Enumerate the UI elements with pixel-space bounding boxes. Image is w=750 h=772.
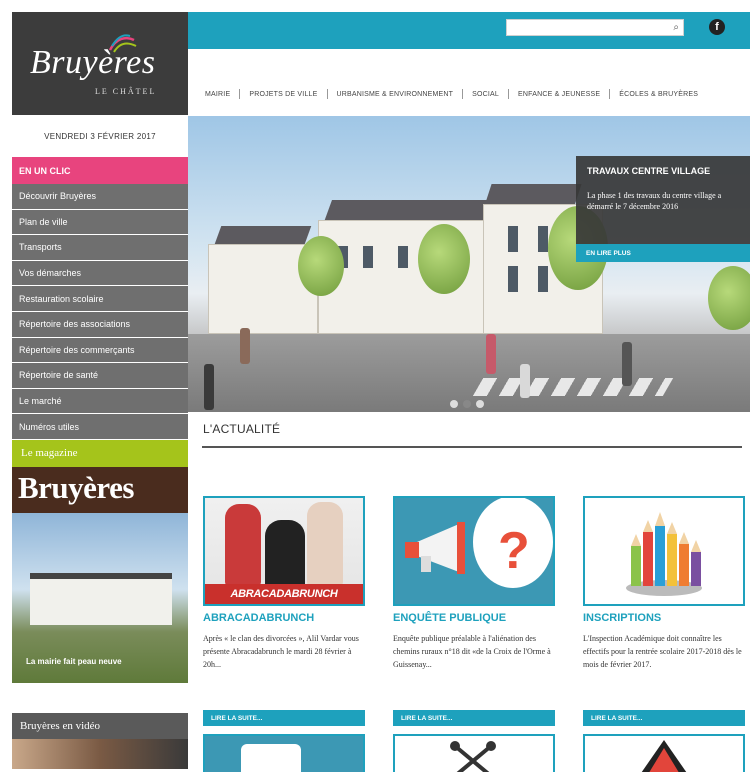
menu-item-transports[interactable]: Transports xyxy=(12,235,188,261)
tree xyxy=(708,266,750,330)
building-roof xyxy=(484,184,582,206)
nav-projets[interactable]: PROJETS DE VILLE xyxy=(240,91,326,98)
menu-item-plan[interactable]: Plan de ville xyxy=(12,209,188,236)
search-box[interactable]: ⌕ xyxy=(506,19,684,38)
search-icon[interactable]: ⌕ xyxy=(673,22,679,33)
current-date: VENDREDI 3 FÉVRIER 2017 xyxy=(44,131,156,141)
facebook-icon[interactable]: f xyxy=(709,19,725,35)
window xyxy=(508,226,518,252)
menu-item-associations[interactable]: Répertoire des associations xyxy=(12,311,188,338)
news-card-text: L'Inspection Académique doit connaître l… xyxy=(583,634,742,669)
menu-item-sante[interactable]: Répertoire de santé xyxy=(12,363,188,389)
svg-text:?: ? xyxy=(498,522,530,580)
quick-links-menu: Découvrir Bruyères Plan de ville Transpo… xyxy=(12,184,188,440)
window xyxy=(363,246,373,268)
hero-read-more-button[interactable]: EN LIRE PLUS xyxy=(576,244,750,262)
magazine-heading: Le magazine xyxy=(12,439,188,467)
show-banner: ABRACADABRUNCH xyxy=(205,584,363,604)
window xyxy=(398,246,408,268)
performer-figure xyxy=(225,504,261,586)
pedestrian xyxy=(520,364,530,398)
slide-dot-2[interactable] xyxy=(463,400,471,408)
performer-figure xyxy=(265,520,305,590)
nav-urbanisme[interactable]: URBANISME & ENVIRONNEMENT xyxy=(328,91,463,98)
en-un-clic-heading: EN UN CLIC xyxy=(12,157,188,184)
magazine-footer xyxy=(12,682,188,707)
menu-item-numeros[interactable]: Numéros utiles xyxy=(12,414,188,440)
news-card-text: Enquête publique préalable à l'aliénatio… xyxy=(393,634,551,669)
read-more-button[interactable]: LIRE LA SUITE... xyxy=(203,710,365,726)
search-input[interactable] xyxy=(507,23,657,38)
news-card-title[interactable]: INSCRIPTIONS xyxy=(583,612,745,624)
video-thumbnail[interactable] xyxy=(12,738,188,769)
news-card-title[interactable]: ENQUÊTE PUBLIQUE xyxy=(393,612,555,624)
magazine-caption: La mairie fait peau neuve xyxy=(26,656,122,666)
left-sidebar: Bruyères LE CHÂTEL VENDREDI 3 FÉVRIER 20… xyxy=(12,12,188,772)
slide-dot-1[interactable] xyxy=(450,400,458,408)
news-card-image[interactable]: ? xyxy=(393,496,555,606)
pedestrian xyxy=(622,342,632,386)
logo-name: Bruyères xyxy=(30,44,156,81)
nav-mairie[interactable]: MAIRIE xyxy=(196,91,239,98)
news-card-image[interactable] xyxy=(583,496,745,606)
news-heading: L'ACTUALITÉ xyxy=(203,422,281,436)
read-more-button[interactable]: LIRE LA SUITE... xyxy=(583,710,745,726)
pedestrian xyxy=(204,364,214,410)
menu-item-decouvrir[interactable]: Découvrir Bruyères xyxy=(12,184,188,210)
building-roof xyxy=(323,200,503,222)
nav-social[interactable]: SOCIAL xyxy=(463,91,508,98)
warning-sign-icon xyxy=(641,740,687,772)
nav-enfance[interactable]: ENFANCE & JEUNESSE xyxy=(509,91,609,98)
news-card-image[interactable]: ABRACADABRUNCH xyxy=(203,496,365,606)
tree xyxy=(418,224,470,294)
pencils-icon xyxy=(626,512,702,596)
building xyxy=(318,220,508,334)
hero-title: TRAVAUX CENTRE VILLAGE xyxy=(587,166,711,176)
logo-subtitle: LE CHÂTEL xyxy=(95,87,157,96)
tools-icon xyxy=(450,741,496,772)
magazine-cover[interactable]: Bruyères La mairie fait peau neuve xyxy=(12,466,188,707)
page: Bruyères LE CHÂTEL VENDREDI 3 FÉVRIER 20… xyxy=(12,12,750,772)
news-card-next[interactable] xyxy=(583,734,745,772)
news-card-title[interactable]: ABRACADABRUNCH xyxy=(203,612,365,624)
nav-ecoles[interactable]: ÉCOLES & BRUYÈRES xyxy=(610,91,707,98)
building-icon xyxy=(241,744,301,772)
site-logo[interactable]: Bruyères LE CHÂTEL xyxy=(12,12,188,115)
menu-item-marche[interactable]: Le marché xyxy=(12,388,188,415)
pedestrian xyxy=(486,334,496,374)
news-card-next[interactable] xyxy=(393,734,555,772)
hero-slider[interactable]: TRAVAUX CENTRE VILLAGE La phase 1 des tr… xyxy=(188,116,750,412)
window xyxy=(538,266,548,292)
news-divider xyxy=(202,446,742,448)
pedestrian xyxy=(240,328,250,364)
slider-pagination xyxy=(450,400,484,408)
menu-item-restauration[interactable]: Restauration scolaire xyxy=(12,286,188,312)
performer-figure xyxy=(307,502,343,586)
magazine-masthead: Bruyères xyxy=(12,466,188,513)
crosswalk xyxy=(472,378,674,396)
tree xyxy=(298,236,344,296)
news-card: ? ENQUÊTE PUBLIQUE Enquête publique préa… xyxy=(393,496,555,726)
news-card: INSCRIPTIONS L'Inspection Académique doi… xyxy=(583,496,745,726)
menu-item-demarches[interactable]: Vos démarches xyxy=(12,260,188,287)
read-more-button[interactable]: LIRE LA SUITE... xyxy=(393,710,555,726)
news-card: ABRACADABRUNCH ABRACADABRUNCH Après « le… xyxy=(203,496,365,726)
news-card-next[interactable] xyxy=(203,734,365,772)
menu-item-commercants[interactable]: Répertoire des commerçants xyxy=(12,337,188,364)
magazine-building xyxy=(30,572,172,625)
slide-dot-3[interactable] xyxy=(476,400,484,408)
megaphone-icon: ? xyxy=(405,498,553,588)
video-heading: Bruyères en vidéo xyxy=(12,712,188,739)
hero-text: La phase 1 des travaux du centre village… xyxy=(587,191,722,211)
hero-caption: TRAVAUX CENTRE VILLAGE La phase 1 des tr… xyxy=(576,156,750,244)
top-bar: ⌕ f xyxy=(188,12,750,49)
magazine-title: Bruyères xyxy=(18,469,134,505)
news-card-text: Après « le clan des divorcées », Alil Va… xyxy=(203,634,359,669)
window xyxy=(538,226,548,252)
building-roof xyxy=(214,226,312,244)
window xyxy=(508,266,518,292)
news-section: L'ACTUALITÉ ABRACADABRUNCH ABRACADABRUNC… xyxy=(202,422,750,772)
